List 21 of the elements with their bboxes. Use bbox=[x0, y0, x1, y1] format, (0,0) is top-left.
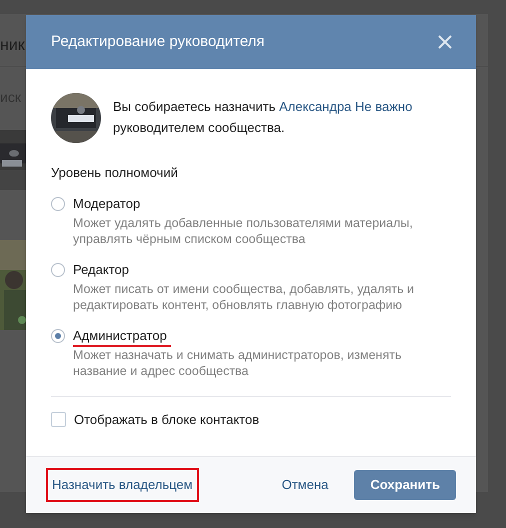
radio-button[interactable] bbox=[51, 328, 65, 342]
radio-button[interactable] bbox=[51, 262, 65, 276]
option-description: Может писать от имени сообщества, добавлять, удалять и редактировать контент, обновлять главную фотографию bbox=[73, 280, 416, 312]
dialog-title: Редактирование руководителя bbox=[51, 32, 265, 52]
user-link[interactable]: Александра Не важно bbox=[279, 99, 412, 114]
avatar bbox=[51, 93, 101, 143]
close-button[interactable] bbox=[436, 33, 454, 51]
intro-text: Вы собираетесь назначить Александра Не важно руководителем сообщества. bbox=[113, 98, 412, 137]
save-button[interactable]: Сохранить bbox=[354, 470, 456, 500]
assign-owner-link[interactable]: Назначить владельцем bbox=[46, 468, 199, 502]
cancel-button[interactable]: Отмена bbox=[266, 467, 344, 503]
option-label[interactable]: Редактор bbox=[73, 260, 133, 280]
option-description: Может удалять добавленные пользователями материалы, управлять чёрным списком сообщества bbox=[73, 214, 414, 246]
option-label[interactable]: Администратор bbox=[73, 326, 171, 346]
section-title: Уровень полномочий bbox=[51, 164, 179, 182]
radio-button[interactable] bbox=[51, 196, 65, 210]
option-description: Может назначать и снимать администраторов, изменять название и адрес сообщества bbox=[73, 346, 402, 378]
close-icon bbox=[438, 35, 452, 49]
checkbox[interactable] bbox=[51, 412, 66, 427]
checkbox-label[interactable]: Отображать в блоке контактов bbox=[74, 410, 260, 429]
option-label[interactable]: Модератор bbox=[73, 194, 144, 214]
